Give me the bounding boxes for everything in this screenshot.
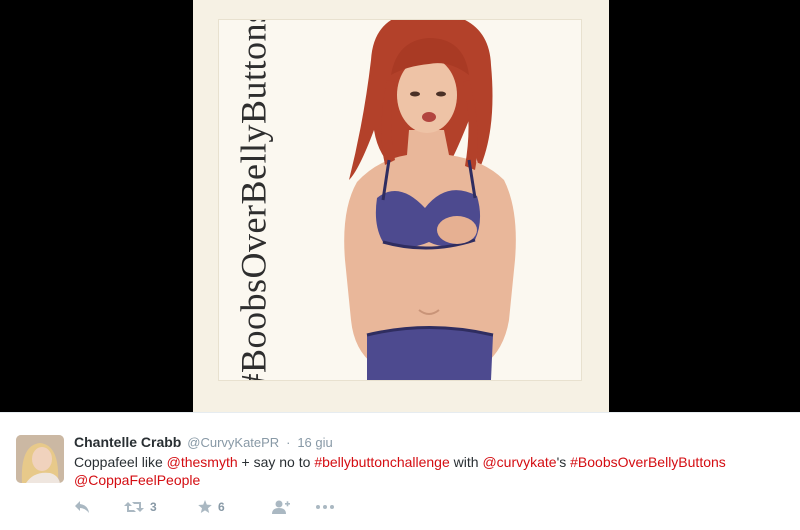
author-name[interactable]: Chantelle Crabb	[74, 434, 181, 450]
hashtag-link[interactable]: #bellybuttonchallenge	[314, 454, 449, 470]
favorite-button[interactable]: 6	[198, 500, 272, 514]
retweet-icon	[124, 502, 144, 512]
hashtag-link[interactable]: #BoobsOverBellyButtons	[570, 454, 726, 470]
reply-button[interactable]	[74, 500, 124, 514]
mention-link[interactable]: @curvykate	[482, 454, 556, 470]
woman-in-lingerie-figure	[344, 20, 516, 380]
favorite-star-icon	[198, 500, 212, 513]
tweet-timestamp[interactable]: 16 giu	[297, 435, 332, 450]
tweet-actions: 3 6	[74, 497, 346, 517]
retweet-button[interactable]: 3	[124, 500, 198, 514]
follow-button[interactable]	[272, 500, 316, 514]
reply-icon	[75, 501, 89, 513]
avatar[interactable]	[16, 435, 64, 483]
text-segment: with	[449, 454, 483, 470]
mention-link[interactable]: @thesmyth	[167, 454, 238, 470]
retweet-count: 3	[150, 500, 157, 514]
photo-content: #BoobsOverBellyButtons	[219, 20, 581, 380]
text-segment: 's	[556, 454, 571, 470]
author-handle[interactable]: @CurvyKatePR	[187, 435, 279, 450]
media-viewer[interactable]: #BoobsOverBellyButtons	[0, 0, 800, 412]
photo-hashtag-overlay: #BoobsOverBellyButtons	[233, 20, 274, 380]
text-segment: + say no to	[237, 454, 315, 470]
tweet-card: Chantelle Crabb @CurvyKatePR · 16 giu Co…	[0, 412, 800, 530]
avatar-image	[16, 435, 64, 483]
tweet-header: Chantelle Crabb @CurvyKatePR · 16 giu	[74, 433, 333, 452]
more-button[interactable]	[316, 505, 346, 509]
header-separator: ·	[286, 435, 291, 450]
favorite-count: 6	[218, 500, 225, 514]
tweet-text: Coppafeel like @thesmyth + say no to #be…	[74, 453, 774, 489]
tweet-photo[interactable]: #BoobsOverBellyButtons	[193, 0, 609, 412]
follow-icon	[272, 500, 290, 514]
mention-link[interactable]: @CoppaFeelPeople	[74, 472, 200, 488]
more-icon	[316, 505, 334, 509]
text-segment: Coppafeel like	[74, 454, 167, 470]
